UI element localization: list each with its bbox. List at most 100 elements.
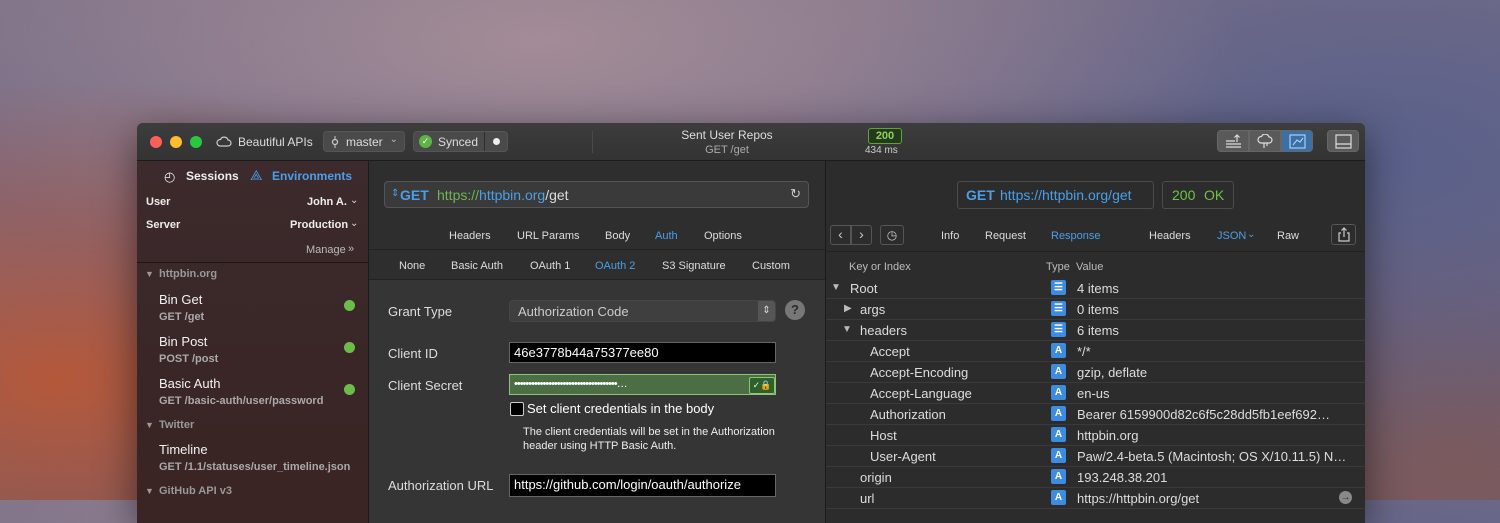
disclosure-triangle-icon[interactable]: ▼ — [145, 486, 154, 496]
back-button[interactable]: ‹ — [830, 225, 851, 245]
request-item-title[interactable]: Basic Auth — [159, 376, 220, 391]
group-github[interactable]: GitHub API v3 — [159, 485, 232, 497]
toggle-panel-button[interactable] — [1327, 130, 1359, 152]
share-button[interactable] — [1331, 224, 1356, 245]
disclosure-triangle-icon[interactable]: ▶ — [844, 303, 852, 314]
json-row[interactable]: Accept-Language A en-us — [826, 383, 1365, 404]
json-row[interactable]: ▼ Root ☰ 4 items — [826, 278, 1365, 299]
help-text: The client credentials will be set in th… — [523, 426, 775, 438]
string-type-icon: A — [1051, 427, 1066, 442]
authorization-url-field[interactable]: https://github.com/login/oauth/authorize — [509, 474, 776, 497]
json-value: httpbin.org — [1077, 428, 1139, 443]
json-key: headers — [860, 323, 907, 338]
string-type-icon: A — [1051, 448, 1066, 463]
close-window-button[interactable] — [150, 136, 162, 148]
status-dot — [344, 384, 355, 395]
auth-tab-oauth1[interactable]: OAuth 1 — [530, 260, 570, 272]
auth-tab-basic[interactable]: Basic Auth — [451, 260, 503, 272]
string-type-icon: A — [1051, 385, 1066, 400]
tab-headers[interactable]: Headers — [449, 230, 491, 242]
tab-environments[interactable]: Environments — [272, 169, 352, 183]
json-row[interactable]: Accept A */* — [826, 341, 1365, 362]
user-label: User — [146, 196, 171, 208]
updown-icon: ⇕ — [758, 301, 775, 321]
tab-options[interactable]: Options — [704, 230, 742, 242]
disclosure-triangle-icon[interactable]: ▼ — [842, 324, 852, 335]
layout-toggle-cloud[interactable] — [1249, 130, 1281, 152]
json-row[interactable]: url A https://httpbin.org/get → — [826, 488, 1365, 509]
tab-raw[interactable]: Raw — [1277, 230, 1299, 242]
request-title: Sent User Repos — [681, 128, 773, 142]
string-type-icon: A — [1051, 490, 1066, 505]
disclosure-triangle-icon[interactable]: ▼ — [831, 282, 841, 293]
user-selector[interactable]: John A. — [307, 196, 347, 208]
json-row[interactable]: Accept-Encoding A gzip, deflate — [826, 362, 1365, 383]
request-item-title[interactable]: Timeline — [159, 442, 208, 457]
auth-tab-oauth2[interactable]: OAuth 2 — [595, 260, 635, 272]
minimize-window-button[interactable] — [170, 136, 182, 148]
disclosure-triangle-icon[interactable]: ▼ — [145, 269, 154, 279]
auth-tab-none[interactable]: None — [399, 260, 425, 272]
tab-request[interactable]: Request — [985, 230, 1026, 242]
zoom-window-button[interactable] — [190, 136, 202, 148]
json-row[interactable]: ▼ headers ☰ 6 items — [826, 320, 1365, 341]
auth-tab-s3[interactable]: S3 Signature — [662, 260, 726, 272]
tab-response-headers[interactable]: Headers — [1149, 230, 1191, 242]
auth-tab-custom[interactable]: Custom — [752, 260, 790, 272]
help-icon[interactable]: ? — [785, 300, 805, 320]
tab-json[interactable]: JSON — [1217, 230, 1246, 242]
client-secret-field[interactable]: ••••••••••••••••••••••••••••••••••••… — [509, 374, 776, 395]
request-item-title[interactable]: Bin Get — [159, 292, 202, 307]
tab-auth[interactable]: Auth — [655, 230, 678, 242]
disclosure-triangle-icon[interactable]: ▼ — [145, 420, 154, 430]
json-value: https://httpbin.org/get — [1077, 491, 1200, 506]
tab-url-params[interactable]: URL Params — [517, 230, 580, 242]
string-type-icon: A — [1051, 364, 1066, 379]
history-clock-icon[interactable]: ◷ — [880, 225, 904, 245]
column-type: Type — [1046, 261, 1070, 273]
list-type-icon: ☰ — [1051, 322, 1066, 337]
layout-toggle-upload[interactable] — [1217, 130, 1249, 152]
refresh-icon[interactable]: ↻ — [790, 186, 801, 202]
client-id-field[interactable]: 46e3778b44a75377ee80 — [509, 342, 776, 363]
json-key: origin — [860, 470, 892, 485]
json-row[interactable]: Host A httpbin.org — [826, 425, 1365, 446]
record-dot-icon[interactable] — [493, 138, 500, 145]
branch-selector[interactable]: master ⌄ — [323, 131, 405, 152]
cloud-sync-icon — [1257, 134, 1273, 148]
method-selector[interactable]: GET — [400, 187, 429, 203]
status-code-badge: 200 — [868, 128, 902, 144]
tab-sessions[interactable]: Sessions — [186, 169, 239, 183]
group-httpbin[interactable]: httpbin.org — [159, 268, 217, 280]
tab-body[interactable]: Body — [605, 230, 630, 242]
string-type-icon: A — [1051, 343, 1066, 358]
json-row[interactable]: origin A 193.248.38.201 — [826, 467, 1365, 488]
sidebar: ◴ Sessions ⟁ Environments User John A. ⌄… — [137, 161, 369, 523]
url-input[interactable]: https://httpbin.org/get — [437, 187, 569, 203]
json-key: Accept-Encoding — [870, 365, 969, 380]
group-twitter[interactable]: Twitter — [159, 419, 194, 431]
sync-control[interactable]: ✓ Synced — [413, 131, 508, 152]
forward-button[interactable]: › — [851, 225, 872, 245]
json-row[interactable]: Authorization A Bearer 6159900d82c6f5c28… — [826, 404, 1365, 425]
json-row[interactable]: User-Agent A Paw/2.4-beta.5 (Macintosh; … — [826, 446, 1365, 467]
credentials-in-body-checkbox[interactable] — [510, 402, 524, 416]
grant-type-select[interactable]: Authorization Code ⇕ — [509, 300, 776, 322]
checkbox-label: Set client credentials in the body — [527, 401, 715, 416]
url-bar[interactable]: ⇕ GET https://httpbin.org/get ↻ — [384, 181, 809, 208]
project-name[interactable]: Beautiful APIs — [238, 135, 313, 149]
divider — [592, 131, 593, 153]
lock-icon[interactable]: ✓🔒 — [749, 377, 775, 394]
server-selector[interactable]: Production — [290, 219, 348, 231]
arrow-right-icon[interactable]: → — [1339, 491, 1352, 504]
tab-response[interactable]: Response — [1051, 230, 1101, 242]
layout-toggle-split[interactable] — [1281, 130, 1313, 152]
tab-info[interactable]: Info — [941, 230, 959, 242]
json-row[interactable]: ▶ args ☰ 0 items — [826, 299, 1365, 320]
column-key: Key or Index — [849, 261, 911, 273]
request-item-title[interactable]: Bin Post — [159, 334, 207, 349]
response-time: 434 ms — [865, 145, 898, 156]
grant-type-label: Grant Type — [388, 304, 453, 319]
request-editor: ⇕ GET https://httpbin.org/get ↻ Headers … — [369, 161, 826, 523]
manage-button[interactable]: Manage — [306, 244, 346, 256]
